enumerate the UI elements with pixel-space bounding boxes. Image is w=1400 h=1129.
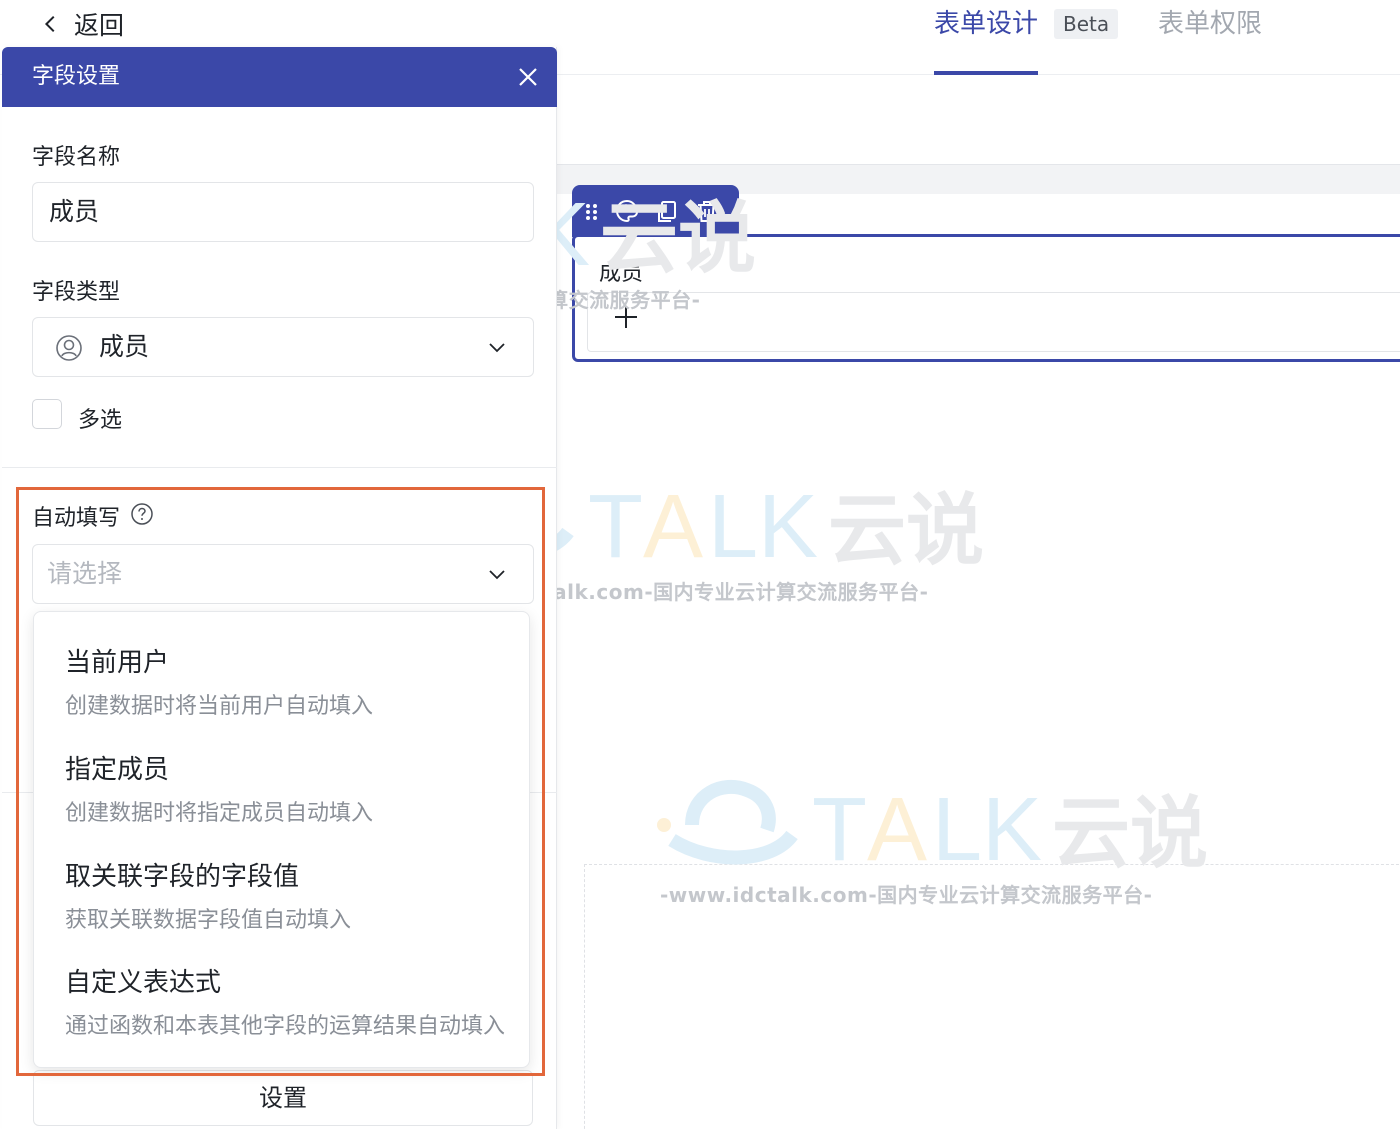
option-description: 获取关联数据字段值自动填入 [65,908,352,933]
multi-select-checkbox[interactable] [32,399,62,429]
auto-fill-option-current-user[interactable]: 当前用户 创建数据时将当前用户自动填入 [34,612,529,719]
option-description: 创建数据时将当前用户自动填入 [65,694,374,719]
trash-icon[interactable] [694,198,720,224]
option-description: 通过函数和本表其他字段的运算结果自动填入 [65,1014,506,1039]
drag-handle-icon[interactable] [584,198,600,224]
back-button[interactable]: 返回 [40,6,124,42]
panel-title: 字段设置 [32,64,121,89]
copy-icon[interactable] [654,198,680,224]
field-name-input[interactable]: 成员 [32,182,534,242]
person-icon [56,335,82,361]
chevron-down-icon [489,343,505,353]
field-type-select[interactable]: 成员 [32,317,534,377]
auto-fill-option-specified-member[interactable]: 指定成员 创建数据时将指定成员自动填入 [34,719,529,826]
settings-button[interactable]: 设置 [33,1070,533,1126]
back-label: 返回 [74,11,125,40]
member-field-label: 成员 [599,261,644,286]
option-title: 指定成员 [65,755,170,785]
tab-form-design[interactable]: 表单设计 [934,4,1039,75]
option-description: 创建数据时将指定成员自动填入 [65,801,374,826]
field-toolbar [572,185,739,237]
field-name-value: 成员 [49,197,100,226]
close-icon[interactable] [514,63,542,91]
member-field-card[interactable]: 成员 [572,234,1400,362]
option-title: 取关联字段的字段值 [65,862,300,892]
auto-fill-option-custom-expression[interactable]: 自定义表达式 通过函数和本表其他字段的运算结果自动填入 [34,932,529,1039]
tab-form-permissions[interactable]: 表单权限 [1158,4,1262,44]
field-type-label: 字段类型 [32,280,121,305]
help-icon[interactable] [130,502,154,526]
option-title: 自定义表达式 [65,968,222,998]
auto-fill-dropdown: 当前用户 创建数据时将当前用户自动填入 指定成员 创建数据时将指定成员自动填入 … [33,611,530,1068]
field-type-value: 成员 [99,332,150,361]
chevron-down-icon [489,570,505,580]
member-picker[interactable] [587,292,1400,352]
multi-select-label: 多选 [78,408,123,433]
section-divider [2,467,557,468]
chevron-left-icon [44,15,55,33]
option-title: 当前用户 [65,648,170,678]
field-name-label: 字段名称 [32,145,121,170]
active-tab-underline [934,71,1039,75]
drop-zone [584,864,1400,1129]
auto-fill-label: 自动填写 [32,506,121,531]
plus-icon[interactable] [612,303,640,331]
auto-fill-select[interactable]: 请选择 [32,544,534,604]
palette-icon[interactable] [614,198,640,224]
tab-form-design-label: 表单设计 [934,9,1039,39]
beta-badge: Beta [1054,9,1119,39]
auto-fill-placeholder: 请选择 [47,559,123,588]
panel-header: 字段设置 [2,47,557,107]
auto-fill-option-linked-field[interactable]: 取关联字段的字段值 获取关联数据字段值自动填入 [34,826,529,933]
